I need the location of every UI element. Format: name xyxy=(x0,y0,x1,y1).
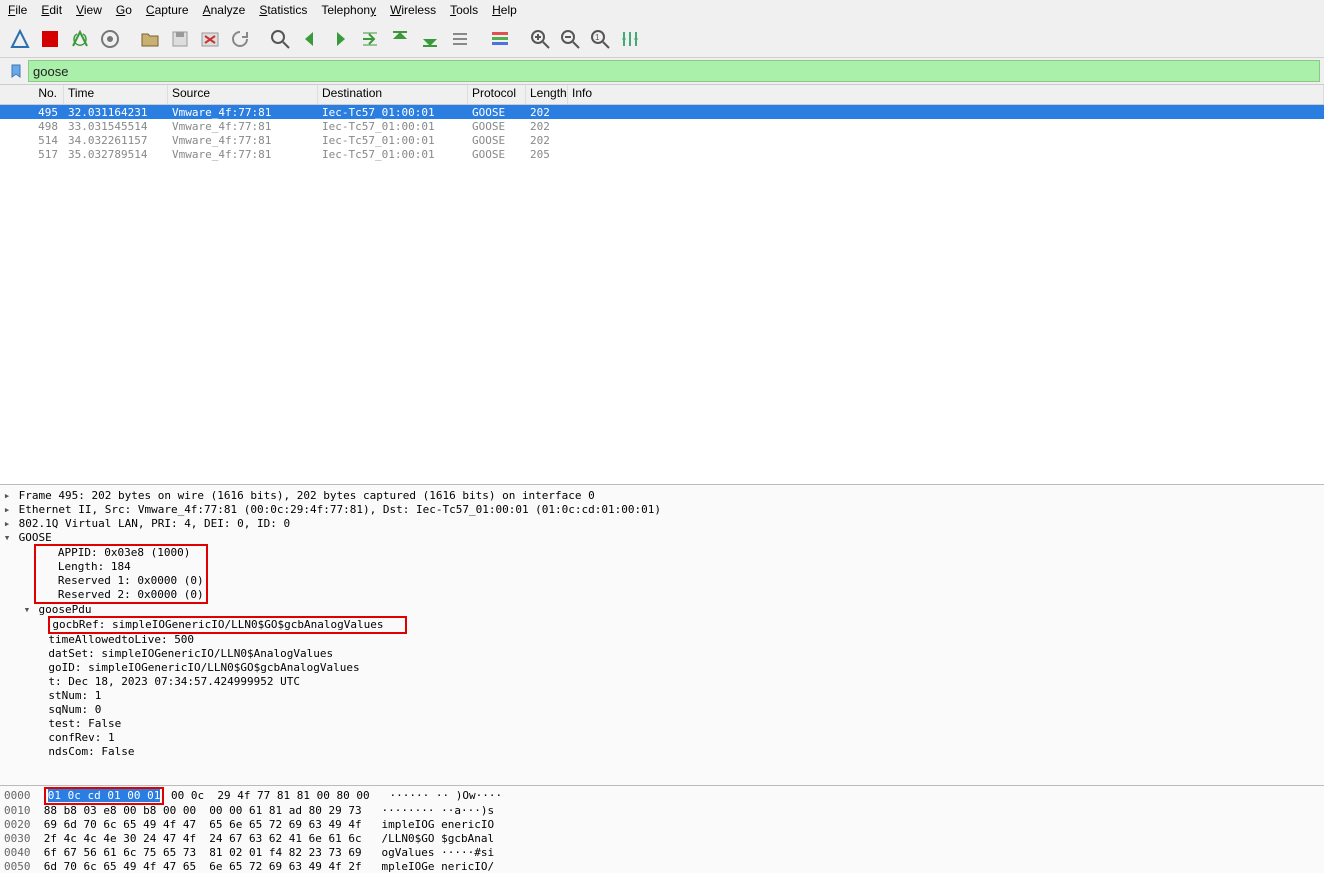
close-file-icon[interactable] xyxy=(196,25,224,53)
detail-res2[interactable]: Reserved 2: 0x0000 (0) xyxy=(58,588,204,601)
packet-bytes-pane[interactable]: 0000 01 0c cd 01 00 01 00 0c 29 4f 77 81… xyxy=(0,785,1324,873)
zoom-out-icon[interactable] xyxy=(556,25,584,53)
detail-eth[interactable]: Ethernet II, Src: Vmware_4f:77:81 (00:0c… xyxy=(19,503,661,516)
packet-details-pane[interactable]: ▸ Frame 495: 202 bytes on wire (1616 bit… xyxy=(0,484,1324,785)
detail-vlan[interactable]: 802.1Q Virtual LAN, PRI: 4, DEI: 0, ID: … xyxy=(19,517,291,530)
detail-res1[interactable]: Reserved 1: 0x0000 (0) xyxy=(58,574,204,587)
auto-scroll-icon[interactable] xyxy=(446,25,474,53)
detail-ndscom[interactable]: ndsCom: False xyxy=(48,745,134,758)
collapse-icon[interactable]: ▾ xyxy=(22,603,32,617)
menu-telephony[interactable]: Telephony xyxy=(321,3,376,17)
colorize-icon[interactable] xyxy=(486,25,514,53)
display-filter-bar xyxy=(0,58,1324,84)
stop-capture-icon[interactable] xyxy=(36,25,64,53)
detail-sqnum[interactable]: sqNum: 0 xyxy=(48,703,101,716)
detail-length[interactable]: Length: 184 xyxy=(58,560,131,573)
display-filter-input[interactable] xyxy=(28,60,1320,82)
detail-confrev[interactable]: confRev: 1 xyxy=(48,731,114,744)
hex-row[interactable]: 0040 6f 67 56 61 6c 75 65 73 81 02 01 f4… xyxy=(4,846,1320,860)
hex-row[interactable]: 0030 2f 4c 4c 4e 30 24 47 4f 24 67 63 62… xyxy=(4,832,1320,846)
detail-goosepdu[interactable]: goosePdu xyxy=(39,603,92,616)
highlight-box: gocbRef: simpleIOGenericIO/LLN0$GO$gcbAn… xyxy=(48,616,407,634)
packet-list-header[interactable]: No. Time Source Destination Protocol Len… xyxy=(0,85,1324,105)
menu-analyze[interactable]: Analyze xyxy=(203,3,246,17)
restart-capture-icon[interactable] xyxy=(66,25,94,53)
detail-stnum[interactable]: stNum: 1 xyxy=(48,689,101,702)
col-header-source[interactable]: Source xyxy=(168,85,318,104)
menu-wireless[interactable]: Wireless xyxy=(390,3,436,17)
save-file-icon[interactable] xyxy=(166,25,194,53)
detail-gocbref[interactable]: gocbRef: simpleIOGenericIO/LLN0$GO$gcbAn… xyxy=(52,618,383,631)
menu-tools[interactable]: Tools xyxy=(450,3,478,17)
packet-row[interactable]: 49532.031164231Vmware_4f:77:81Iec-Tc57_0… xyxy=(0,105,1324,119)
resize-columns-icon[interactable] xyxy=(616,25,644,53)
packet-list-pane: No. Time Source Destination Protocol Len… xyxy=(0,84,1324,484)
hex-row[interactable]: 0010 88 b8 03 e8 00 b8 00 00 00 00 61 81… xyxy=(4,804,1320,818)
col-header-proto[interactable]: Protocol xyxy=(468,85,526,104)
packet-row[interactable]: 51434.032261157Vmware_4f:77:81Iec-Tc57_0… xyxy=(0,133,1324,147)
zoom-reset-icon[interactable]: 1 xyxy=(586,25,614,53)
menu-statistics[interactable]: Statistics xyxy=(259,3,307,17)
menu-go[interactable]: Go xyxy=(116,3,132,17)
packet-row[interactable]: 49833.031545514Vmware_4f:77:81Iec-Tc57_0… xyxy=(0,119,1324,133)
detail-t[interactable]: t: Dec 18, 2023 07:34:57.424999952 UTC xyxy=(48,675,300,688)
hex-row[interactable]: 0000 01 0c cd 01 00 01 00 0c 29 4f 77 81… xyxy=(4,788,1320,804)
menu-capture[interactable]: Capture xyxy=(146,3,189,17)
detail-appid[interactable]: APPID: 0x03e8 (1000) xyxy=(58,546,190,559)
expand-icon[interactable]: ▸ xyxy=(2,503,12,517)
highlight-box: APPID: 0x03e8 (1000) Length: 184 Reserve… xyxy=(34,544,208,604)
col-header-info[interactable]: Info xyxy=(568,85,1324,104)
svg-text:1: 1 xyxy=(595,33,600,42)
col-header-len[interactable]: Length xyxy=(526,85,568,104)
col-header-dest[interactable]: Destination xyxy=(318,85,468,104)
main-toolbar: 1 xyxy=(0,20,1324,58)
detail-datset[interactable]: datSet: simpleIOGenericIO/LLN0$AnalogVal… xyxy=(48,647,333,660)
packet-row[interactable]: 51735.032789514Vmware_4f:77:81Iec-Tc57_0… xyxy=(0,147,1324,161)
col-header-time[interactable]: Time xyxy=(64,85,168,104)
expand-icon[interactable]: ▸ xyxy=(2,489,12,503)
zoom-in-icon[interactable] xyxy=(526,25,554,53)
detail-tal[interactable]: timeAllowedtoLive: 500 xyxy=(48,633,194,646)
highlight-box: 01 0c cd 01 00 01 xyxy=(44,787,165,805)
collapse-icon[interactable]: ▾ xyxy=(2,531,12,545)
menu-file[interactable]: File xyxy=(8,3,27,17)
go-back-icon[interactable] xyxy=(296,25,324,53)
hex-row[interactable]: 0020 69 6d 70 6c 65 49 4f 47 65 6e 65 72… xyxy=(4,818,1320,832)
go-forward-icon[interactable] xyxy=(326,25,354,53)
detail-test[interactable]: test: False xyxy=(48,717,121,730)
menu-edit[interactable]: Edit xyxy=(41,3,62,17)
capture-options-icon[interactable] xyxy=(96,25,124,53)
expand-icon[interactable]: ▸ xyxy=(2,517,12,531)
find-packet-icon[interactable] xyxy=(266,25,294,53)
detail-frame[interactable]: Frame 495: 202 bytes on wire (1616 bits)… xyxy=(19,489,595,502)
reload-file-icon[interactable] xyxy=(226,25,254,53)
hex-row[interactable]: 0050 6d 70 6c 65 49 4f 47 65 6e 65 72 69… xyxy=(4,860,1320,873)
open-file-icon[interactable] xyxy=(136,25,164,53)
start-capture-icon[interactable] xyxy=(6,25,34,53)
filter-bookmark-icon[interactable] xyxy=(8,63,24,79)
menu-view[interactable]: View xyxy=(76,3,102,17)
col-header-no[interactable]: No. xyxy=(0,85,64,104)
detail-goid[interactable]: goID: simpleIOGenericIO/LLN0$GO$gcbAnalo… xyxy=(48,661,359,674)
go-to-packet-icon[interactable] xyxy=(356,25,384,53)
go-last-icon[interactable] xyxy=(416,25,444,53)
menu-help[interactable]: Help xyxy=(492,3,517,17)
menu-bar: File Edit View Go Capture Analyze Statis… xyxy=(0,0,1324,20)
detail-goose[interactable]: GOOSE xyxy=(19,531,52,544)
go-first-icon[interactable] xyxy=(386,25,414,53)
